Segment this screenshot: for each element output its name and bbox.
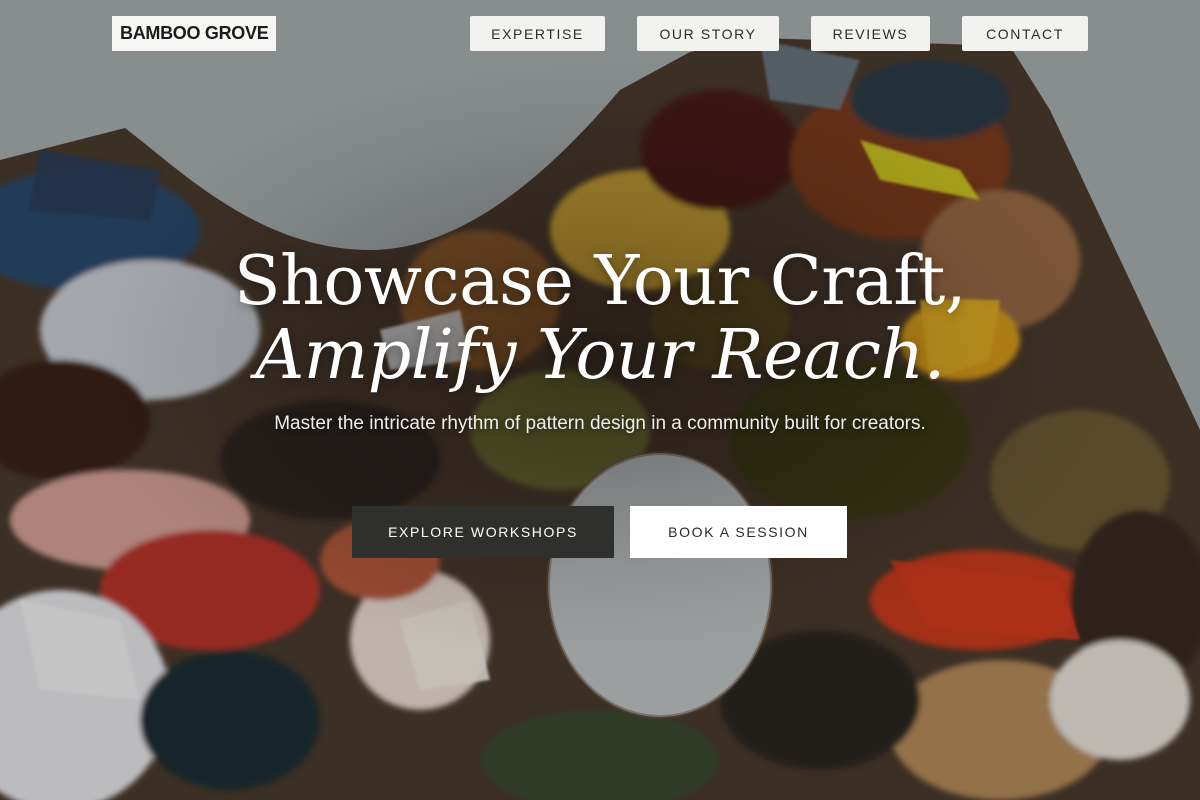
explore-workshops-button[interactable]: EXPLORE WORKSHOPS bbox=[352, 506, 614, 558]
book-session-button[interactable]: BOOK A SESSION bbox=[630, 506, 847, 558]
hero-headline-line1: Showcase Your Craft, bbox=[234, 242, 966, 321]
nav-contact-button[interactable]: CONTACT bbox=[962, 16, 1088, 51]
brand-logo[interactable]: BAMBOO GROVE bbox=[112, 16, 277, 51]
hero-headline-line2: Amplify Your Reach. bbox=[255, 316, 945, 395]
nav-our-story-button[interactable]: OUR STORY bbox=[637, 16, 779, 51]
nav-reviews-button[interactable]: REVIEWS bbox=[811, 16, 930, 51]
hero-overlay bbox=[0, 0, 1200, 800]
hero-subtitle: Master the intricate rhythm of pattern d… bbox=[274, 413, 926, 434]
nav-expertise-button[interactable]: EXPERTISE bbox=[470, 16, 605, 51]
